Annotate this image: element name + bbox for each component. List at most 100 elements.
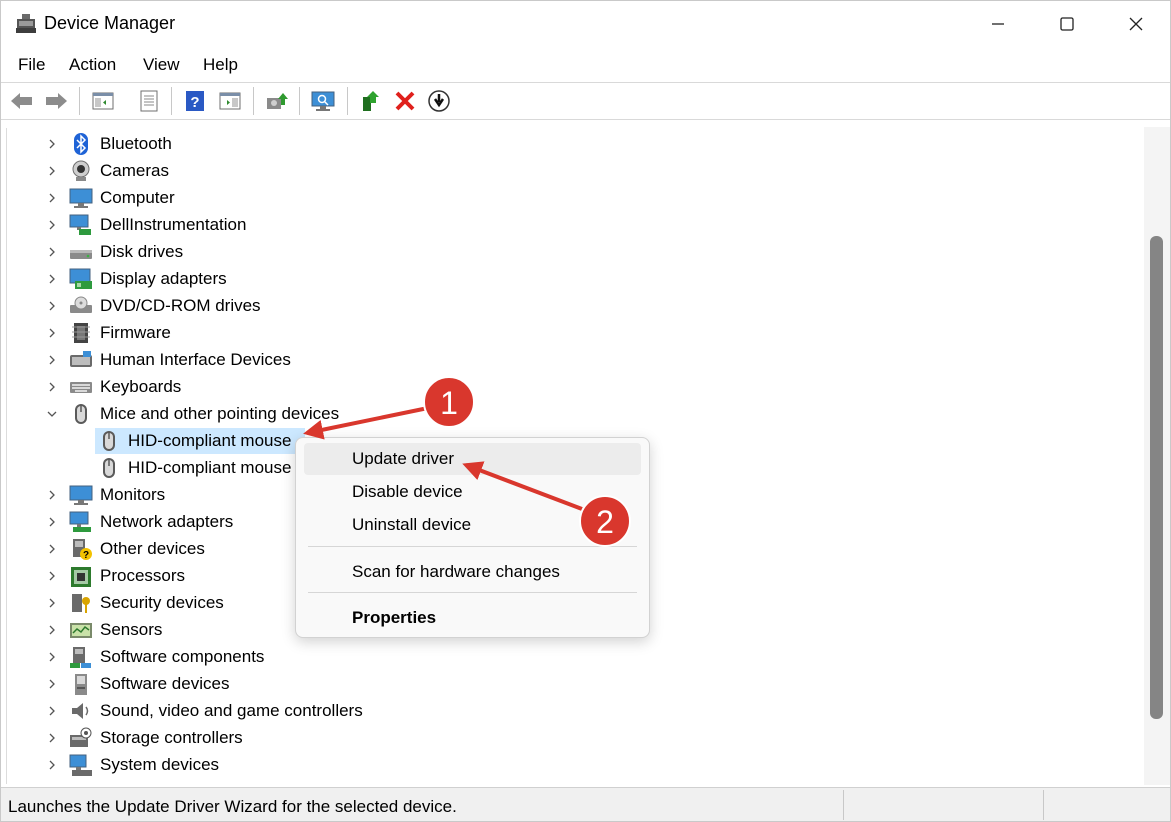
maximize-button[interactable] bbox=[1032, 1, 1102, 47]
chevron-right-icon[interactable] bbox=[45, 190, 59, 206]
close-icon bbox=[1129, 17, 1143, 31]
chevron-right-icon[interactable] bbox=[45, 730, 59, 746]
menu-action[interactable]: Action bbox=[67, 55, 118, 75]
tree-item-label: Bluetooth bbox=[100, 134, 172, 153]
chevron-right-icon[interactable] bbox=[45, 622, 59, 638]
chevron-right-icon[interactable] bbox=[45, 298, 59, 314]
context-menu: Update driver Disable device Uninstall d… bbox=[295, 437, 650, 638]
properties-icon bbox=[140, 90, 158, 112]
enable-device-button[interactable] bbox=[358, 88, 384, 114]
tree-item-label: Processors bbox=[100, 566, 186, 585]
tree-category-item[interactable]: DVD/CD-ROM drives bbox=[7, 293, 1145, 320]
tree-category-item[interactable]: Storage controllers bbox=[7, 725, 1145, 752]
menu-disable-device[interactable]: Disable device bbox=[304, 476, 641, 508]
network-adapter-icon bbox=[69, 511, 91, 532]
chevron-right-icon[interactable] bbox=[45, 541, 59, 557]
chevron-right-icon[interactable] bbox=[45, 325, 59, 341]
tree-category-item[interactable]: System devices bbox=[7, 752, 1145, 779]
title-bar[interactable]: Device Manager bbox=[1, 1, 1170, 47]
chevron-right-icon[interactable] bbox=[45, 649, 59, 665]
view-button[interactable] bbox=[217, 88, 243, 114]
update-driver-icon bbox=[267, 93, 288, 109]
toolbar-separator bbox=[299, 87, 300, 115]
computer-icon bbox=[69, 188, 93, 208]
tree-item-label: Keyboards bbox=[100, 377, 182, 396]
chevron-right-icon[interactable] bbox=[45, 487, 59, 503]
chevron-right-icon[interactable] bbox=[45, 244, 59, 260]
disable-device-button[interactable] bbox=[426, 88, 452, 114]
tree-category-item[interactable]: Computer bbox=[7, 185, 1145, 212]
menu-file[interactable]: File bbox=[16, 55, 47, 75]
tree-item-label: Mice and other pointing devices bbox=[100, 404, 340, 423]
tree-category-item[interactable]: Mice and other pointing devices bbox=[7, 401, 1145, 428]
tree-category-item[interactable]: Software components bbox=[7, 644, 1145, 671]
firmware-chip-icon bbox=[72, 323, 90, 343]
toolbar-separator bbox=[79, 87, 80, 115]
tree-item-label: Monitors bbox=[100, 485, 166, 504]
status-separator bbox=[1043, 790, 1044, 820]
tree-item-label: Software devices bbox=[100, 674, 230, 693]
tree-category-item[interactable]: Software devices bbox=[7, 671, 1145, 698]
tree-item-label: Network adapters bbox=[100, 512, 234, 531]
tree-category-item[interactable]: Cameras bbox=[7, 158, 1145, 185]
chevron-right-icon[interactable] bbox=[45, 514, 59, 530]
menu-view[interactable]: View bbox=[141, 55, 182, 75]
tree-item-label: Computer bbox=[100, 188, 175, 207]
chevron-right-icon[interactable] bbox=[45, 703, 59, 719]
menu-properties-label: Properties bbox=[352, 608, 437, 627]
mouse-icon bbox=[103, 431, 115, 451]
minimize-icon bbox=[992, 23, 1004, 25]
camera-icon bbox=[72, 160, 90, 181]
tree-item-label: Sound, video and game controllers bbox=[100, 701, 363, 720]
chevron-down-icon[interactable] bbox=[45, 406, 59, 422]
close-button[interactable] bbox=[1101, 1, 1170, 47]
chevron-right-icon[interactable] bbox=[45, 352, 59, 368]
chevron-right-icon[interactable] bbox=[45, 757, 59, 773]
back-button[interactable] bbox=[9, 88, 35, 114]
svg-text:?: ? bbox=[190, 94, 199, 111]
properties-button[interactable] bbox=[136, 88, 162, 114]
chevron-right-icon[interactable] bbox=[45, 217, 59, 233]
scrollbar-thumb[interactable] bbox=[1150, 236, 1163, 719]
tree-item-label: HID-compliant mouse bbox=[128, 431, 292, 450]
menu-separator bbox=[308, 592, 637, 593]
help-button[interactable]: ? bbox=[182, 88, 208, 114]
status-bar: Launches the Update Driver Wizard for th… bbox=[1, 787, 1170, 821]
tree-category-item[interactable]: Human Interface Devices bbox=[7, 347, 1145, 374]
storage-controller-icon bbox=[70, 727, 92, 747]
chevron-right-icon[interactable] bbox=[45, 676, 59, 692]
enable-device-icon bbox=[363, 91, 379, 111]
update-driver-button[interactable] bbox=[264, 88, 290, 114]
menu-scan-hardware[interactable]: Scan for hardware changes bbox=[304, 556, 641, 588]
hid-icon bbox=[70, 351, 92, 367]
chevron-right-icon[interactable] bbox=[45, 568, 59, 584]
show-hide-console-tree-button[interactable] bbox=[90, 88, 116, 114]
uninstall-device-button[interactable] bbox=[392, 88, 418, 114]
chevron-right-icon[interactable] bbox=[45, 271, 59, 287]
menu-properties[interactable]: Properties bbox=[304, 602, 641, 634]
device-manager-window: Device Manager File Action View Help ? B… bbox=[0, 0, 1171, 822]
tree-category-item[interactable]: Disk drives bbox=[7, 239, 1145, 266]
monitor-icon bbox=[69, 485, 93, 505]
menu-uninstall-device-label: Uninstall device bbox=[352, 515, 472, 534]
chevron-right-icon[interactable] bbox=[45, 595, 59, 611]
tree-item-label: Human Interface Devices bbox=[100, 350, 291, 369]
scan-hardware-button[interactable] bbox=[310, 88, 336, 114]
minimize-button[interactable] bbox=[963, 1, 1033, 47]
maximize-icon bbox=[1060, 17, 1074, 31]
tree-category-item[interactable]: Bluetooth bbox=[7, 131, 1145, 158]
tree-category-item[interactable]: Keyboards bbox=[7, 374, 1145, 401]
tree-category-item[interactable]: Sound, video and game controllers bbox=[7, 698, 1145, 725]
chevron-right-icon[interactable] bbox=[45, 379, 59, 395]
uninstall-x-icon bbox=[395, 91, 415, 111]
menu-uninstall-device[interactable]: Uninstall device bbox=[304, 509, 641, 541]
dvd-drive-icon bbox=[70, 296, 92, 313]
menu-help[interactable]: Help bbox=[201, 55, 240, 75]
chevron-right-icon[interactable] bbox=[45, 163, 59, 179]
forward-button[interactable] bbox=[43, 88, 69, 114]
tree-category-item[interactable]: DellInstrumentation bbox=[7, 212, 1145, 239]
chevron-right-icon[interactable] bbox=[45, 136, 59, 152]
tree-category-item[interactable]: Display adapters bbox=[7, 266, 1145, 293]
tree-category-item[interactable]: Firmware bbox=[7, 320, 1145, 347]
menu-update-driver[interactable]: Update driver bbox=[304, 443, 641, 475]
